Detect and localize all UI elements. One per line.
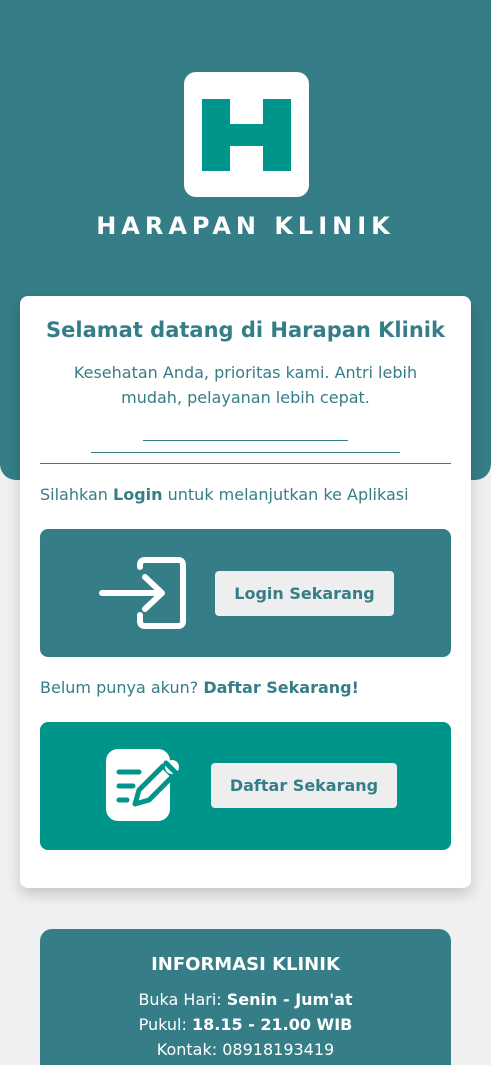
clinic-info-days: Buka Hari: Senin - Jum'at — [138, 990, 353, 1009]
decorative-divider-short — [143, 440, 348, 441]
register-prompt: Belum punya akun? Daftar Sekarang! — [40, 678, 359, 697]
welcome-card: Selamat datang di Harapan Klinik Kesehat… — [20, 296, 471, 888]
clinic-info-contact: Kontak: 08918193419 — [156, 1040, 335, 1059]
register-panel: Daftar Sekarang — [40, 722, 451, 850]
login-button[interactable]: Login Sekarang — [215, 571, 394, 616]
brand-name: HARAPAN KLINIK — [96, 212, 395, 240]
section-divider — [40, 463, 451, 464]
welcome-title: Selamat datang di Harapan Klinik — [46, 318, 445, 342]
register-button[interactable]: Daftar Sekarang — [211, 763, 397, 808]
clinic-logo — [184, 72, 309, 197]
login-prompt: Silahkan Login untuk melanjutkan ke Apli… — [40, 485, 409, 504]
clinic-info-hours: Pukul: 18.15 - 21.00 WIB — [138, 1015, 353, 1034]
edit-document-icon — [106, 749, 179, 821]
hospital-h-logo-icon — [202, 99, 291, 171]
clinic-info-title: INFORMASI KLINIK — [151, 954, 340, 975]
login-panel: Login Sekarang — [40, 529, 451, 657]
login-arrow-icon — [99, 557, 186, 629]
welcome-tagline: Kesehatan Anda, prioritas kami. Antri le… — [73, 363, 418, 407]
clinic-info-card: INFORMASI KLINIK Buka Hari: Senin - Jum'… — [40, 929, 451, 1065]
decorative-divider-medium — [91, 452, 400, 453]
